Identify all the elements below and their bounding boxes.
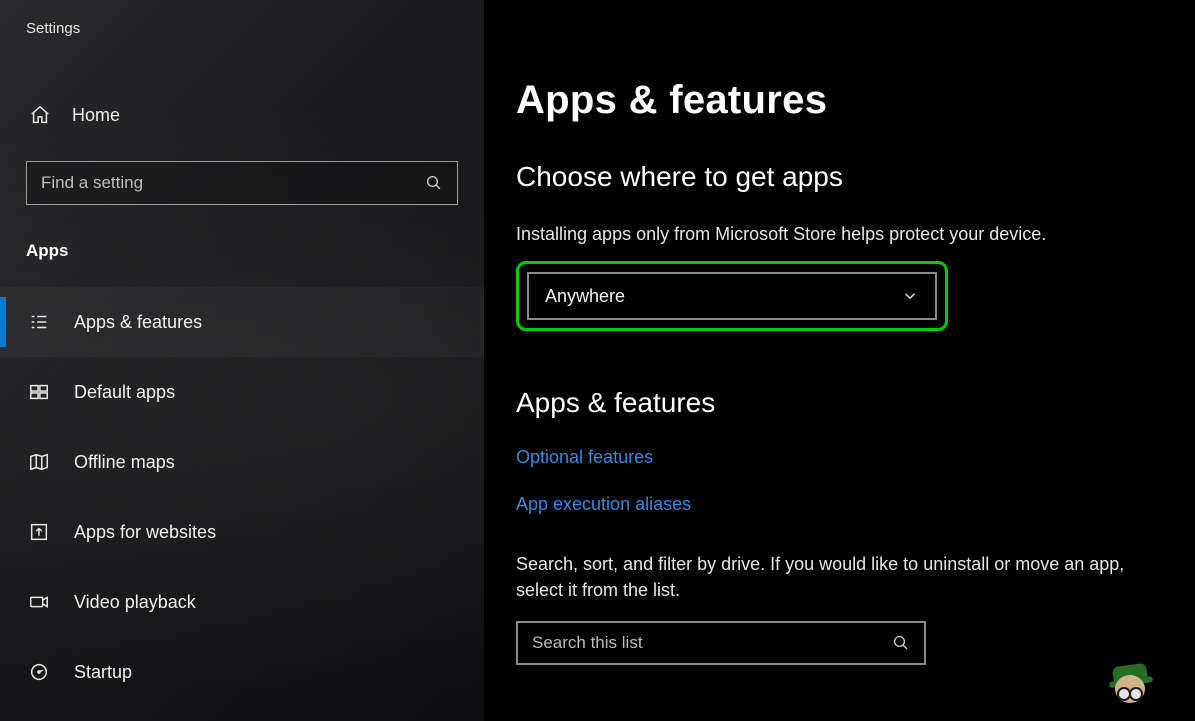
app-list-search-input[interactable] — [532, 633, 892, 653]
sidebar-item-label: Offline maps — [74, 452, 175, 473]
nav-home[interactable]: Home — [0, 91, 484, 139]
video-icon — [26, 589, 52, 615]
startup-icon — [26, 659, 52, 685]
sidebar-item-label: Apps for websites — [74, 522, 216, 543]
apps-features-heading: Apps & features — [516, 387, 1195, 419]
sidebar-nav: Apps & features Default apps Offline map… — [0, 287, 484, 707]
sidebar-item-video-playback[interactable]: Video playback — [0, 567, 484, 637]
map-icon — [26, 449, 52, 475]
window-title: Settings — [0, 12, 484, 37]
chevron-down-icon — [901, 287, 919, 305]
sidebar-item-label: Video playback — [74, 592, 196, 613]
list-icon — [26, 309, 52, 335]
page-title: Apps & features — [516, 78, 1195, 123]
link-optional-features[interactable]: Optional features — [516, 447, 653, 468]
app-source-value: Anywhere — [545, 286, 625, 307]
sidebar-item-label: Startup — [74, 662, 132, 683]
link-app-execution-aliases[interactable]: App execution aliases — [516, 494, 691, 515]
sidebar-item-startup[interactable]: Startup — [0, 637, 484, 707]
choose-heading: Choose where to get apps — [516, 161, 1195, 193]
home-icon — [28, 103, 52, 127]
sidebar: Settings Home Apps — [0, 0, 484, 721]
app-source-dropdown[interactable]: Anywhere — [527, 272, 937, 320]
choose-description: Installing apps only from Microsoft Stor… — [516, 221, 1176, 247]
search-icon — [892, 634, 910, 652]
nav-home-label: Home — [72, 105, 120, 126]
highlight-annotation: Anywhere — [516, 261, 948, 331]
settings-search-input[interactable] — [41, 173, 425, 193]
apps-features-description: Search, sort, and filter by drive. If yo… — [516, 551, 1176, 603]
app-list-search[interactable] — [516, 621, 926, 665]
sidebar-item-default-apps[interactable]: Default apps — [0, 357, 484, 427]
main-content: Apps & features Choose where to get apps… — [484, 0, 1195, 721]
sidebar-item-apps-for-websites[interactable]: Apps for websites — [0, 497, 484, 567]
sidebar-item-apps-features[interactable]: Apps & features — [0, 287, 484, 357]
open-ext-icon — [26, 519, 52, 545]
sidebar-section-label: Apps — [0, 205, 484, 261]
defaults-icon — [26, 379, 52, 405]
search-icon — [425, 174, 443, 192]
sidebar-item-offline-maps[interactable]: Offline maps — [0, 427, 484, 497]
sidebar-item-label: Default apps — [74, 382, 175, 403]
sidebar-item-label: Apps & features — [74, 312, 202, 333]
mascot-icon — [1105, 659, 1155, 717]
settings-search[interactable] — [26, 161, 458, 205]
